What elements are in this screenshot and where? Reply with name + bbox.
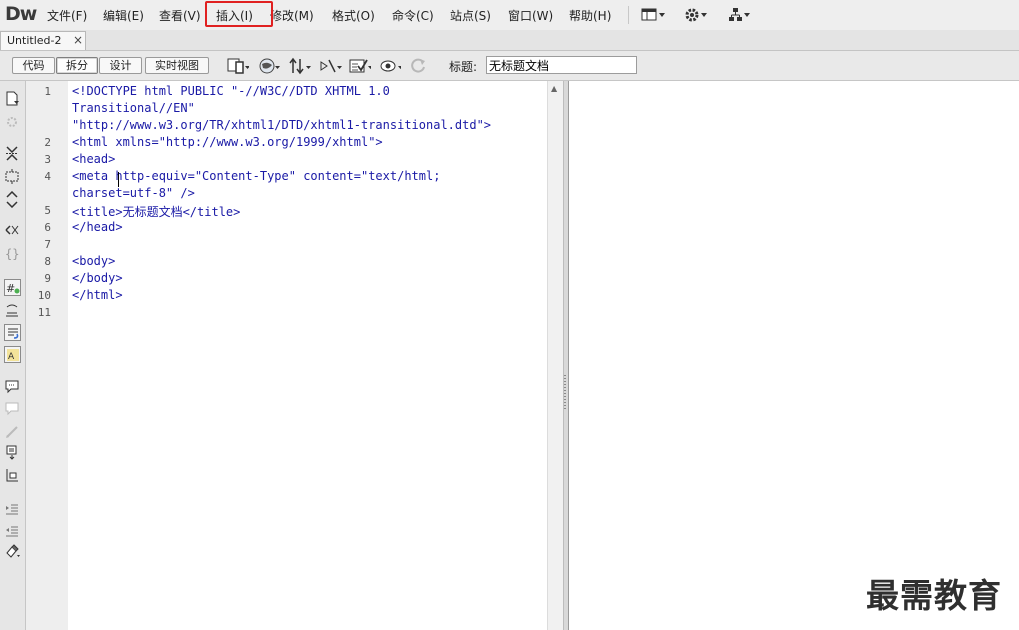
line-number: 9 <box>44 272 51 285</box>
title-label: 标题: <box>449 60 478 74</box>
refresh-icon[interactable] <box>409 56 431 76</box>
word-wrap-icon[interactable] <box>4 324 21 341</box>
menu-format[interactable]: 格式(O) <box>332 7 375 24</box>
preview-browser-icon[interactable] <box>258 56 280 76</box>
scroll-up-arrow-icon[interactable]: ▲ <box>551 84 557 93</box>
watermark: 最需教育 <box>866 576 1002 615</box>
line-number: 4 <box>44 170 51 183</box>
remove-comment-icon <box>5 402 19 416</box>
code-line: <!DOCTYPE html PUBLIC "-//W3C//DTD XHTML… <box>72 84 390 98</box>
splitter-grip-icon[interactable] <box>564 375 566 411</box>
svg-text:{}: {} <box>5 247 19 261</box>
document-tab-label: Untitled-2 <box>7 34 62 47</box>
line-number-gutter: 1 2 3 4 5 6 7 8 9 10 11 <box>26 81 68 630</box>
coding-toolbar: {} # A <box>0 81 26 630</box>
line-number: 11 <box>37 306 51 319</box>
collapse-selection-icon[interactable] <box>4 168 21 185</box>
highlight-invalid-code-icon[interactable] <box>4 302 21 319</box>
site-structure-icon[interactable] <box>728 6 754 24</box>
title-input[interactable] <box>486 56 637 74</box>
line-number: 7 <box>44 238 51 251</box>
code-line: </html> <box>72 288 123 302</box>
menu-modify[interactable]: 修改(M) <box>270 7 314 24</box>
live-view-button[interactable]: 实时视图 <box>145 57 209 74</box>
code-view-button[interactable]: 代码 <box>12 57 55 74</box>
code-line: <html xmlns="http://www.w3.org/1999/xhtm… <box>72 135 383 149</box>
gear-icon[interactable] <box>684 6 710 24</box>
dreamweaver-logo: Dw <box>5 3 37 25</box>
select-parent-tag-icon[interactable] <box>4 222 21 239</box>
indent-code-icon[interactable] <box>4 500 21 517</box>
code-line: <meta http-equiv="Content-Type" content=… <box>72 169 441 183</box>
code-line: <title>无标题文档</title> <box>72 205 241 219</box>
svg-text:#: # <box>6 282 15 295</box>
line-number: 8 <box>44 255 51 268</box>
open-documents-icon[interactable] <box>4 90 21 107</box>
document-tab-bar: Untitled-2 × <box>0 30 1019 51</box>
live-code-icon[interactable] <box>320 56 342 76</box>
code-line: charset=utf-8" /> <box>72 186 195 200</box>
outdent-code-icon[interactable] <box>4 522 21 539</box>
design-view-pane[interactable] <box>569 81 1019 630</box>
menu-help[interactable]: 帮助(H) <box>569 7 611 24</box>
line-number: 5 <box>44 204 51 217</box>
layout-icon[interactable] <box>641 6 667 24</box>
line-numbers-icon[interactable]: # <box>4 279 21 296</box>
move-css-icon[interactable] <box>4 467 21 484</box>
text-cursor <box>118 172 119 187</box>
menu-command[interactable]: 命令(C) <box>392 7 434 24</box>
menu-separator <box>628 6 629 24</box>
line-number: 2 <box>44 136 51 149</box>
line-number: 10 <box>37 289 51 302</box>
balance-braces-icon: {} <box>5 247 19 261</box>
code-line: </head> <box>72 220 123 234</box>
menu-file[interactable]: 文件(F) <box>47 7 87 24</box>
menu-window[interactable]: 窗口(W) <box>508 7 553 24</box>
menu-insert-highlight-box <box>205 1 273 27</box>
menu-view[interactable]: 查看(V) <box>159 7 201 24</box>
file-management-icon[interactable] <box>289 56 311 76</box>
line-number: 3 <box>44 153 51 166</box>
split-view-button[interactable]: 拆分 <box>56 57 98 74</box>
code-scrollbar[interactable] <box>547 81 564 630</box>
code-line: </body> <box>72 271 123 285</box>
close-icon[interactable]: × <box>73 33 83 47</box>
code-line: <head> <box>72 152 116 166</box>
expand-all-icon[interactable] <box>4 191 21 208</box>
collapse-full-tag-icon[interactable] <box>4 145 21 162</box>
show-code-navigator-icon <box>7 117 17 127</box>
line-number: 1 <box>44 85 51 98</box>
document-toolbar: 代码 拆分 设计 实时视图 标题: <box>0 51 1019 81</box>
line-number: 6 <box>44 221 51 234</box>
check-page-icon[interactable] <box>349 56 371 76</box>
code-line: Transitional//EN" <box>72 101 195 115</box>
format-source-code-icon[interactable] <box>4 543 21 560</box>
menu-bar: Dw 文件(F) 编辑(E) 查看(V) 插入(I) 修改(M) 格式(O) 命… <box>0 0 1019 31</box>
menu-site[interactable]: 站点(S) <box>450 7 491 24</box>
code-editor[interactable]: <!DOCTYPE html PUBLIC "-//W3C//DTD XHTML… <box>68 81 547 630</box>
visual-aids-icon[interactable] <box>379 56 401 76</box>
code-line: <body> <box>72 254 116 268</box>
recent-snippets-icon[interactable] <box>4 444 21 461</box>
syntax-coloring-icon[interactable]: A <box>4 346 21 363</box>
document-tab[interactable]: Untitled-2 × <box>0 31 86 50</box>
design-view-button[interactable]: 设计 <box>99 57 142 74</box>
menu-edit[interactable]: 编辑(E) <box>103 7 144 24</box>
multiscreen-icon[interactable] <box>227 56 249 76</box>
svg-text:A: A <box>8 352 15 362</box>
code-line: "http://www.w3.org/TR/xhtml1/DTD/xhtml1-… <box>72 118 492 132</box>
wrap-tag-icon <box>6 426 18 438</box>
apply-comment-icon[interactable] <box>4 378 21 395</box>
